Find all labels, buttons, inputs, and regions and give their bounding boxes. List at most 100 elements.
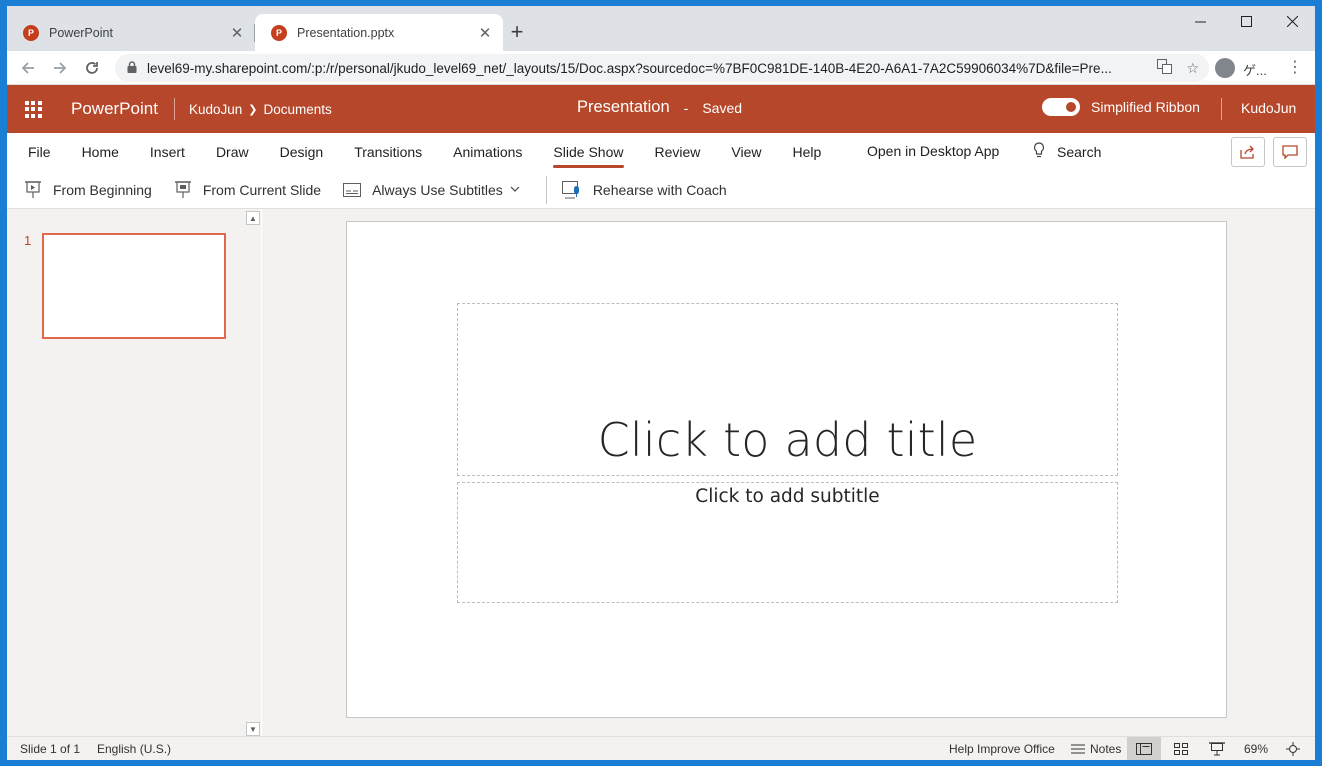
tab-file[interactable]: File: [7, 133, 66, 171]
reload-icon[interactable]: [80, 56, 104, 80]
fit-slide-icon: [1286, 742, 1300, 756]
browser-tab-strip: P PowerPoint ✕ P Presentation.pptx ✕ +: [7, 6, 1315, 51]
simplified-ribbon-toggle[interactable]: Simplified Ribbon: [1042, 98, 1200, 116]
notes-button[interactable]: Notes: [1071, 742, 1121, 756]
language-indicator[interactable]: English (U.S.): [97, 742, 171, 756]
close-icon: [1286, 15, 1298, 27]
app-launcher-icon[interactable]: [7, 85, 59, 133]
address-bar[interactable]: level69-my.sharepoint.com/:p:/r/personal…: [115, 54, 1209, 82]
slideshow-view-icon: [1209, 742, 1225, 756]
zoom-level[interactable]: 69%: [1244, 742, 1268, 756]
title-separator: -: [683, 99, 689, 116]
browser-tab-title: PowerPoint: [49, 25, 113, 40]
slide-thumbnail[interactable]: [42, 233, 226, 339]
share-icon: [1240, 145, 1254, 159]
normal-view-button[interactable]: [1127, 737, 1161, 760]
office-header: PowerPoint KudoJun ❯ Documents Presentat…: [7, 85, 1315, 133]
slide-number: 1: [24, 233, 32, 248]
ribbon-tabs: File Home Insert Draw Design Transitions…: [7, 133, 1315, 171]
notes-icon: [1071, 744, 1085, 753]
status-bar: Slide 1 of 1 English (U.S.) Help Improve…: [7, 736, 1315, 760]
comments-button[interactable]: [1273, 137, 1307, 167]
document-name: Presentation: [577, 98, 670, 116]
title-placeholder[interactable]: Click to add title: [457, 303, 1118, 476]
slide-thumbnails-pane: 1 ▲ ▼: [7, 209, 261, 736]
app-name[interactable]: PowerPoint: [59, 99, 170, 119]
slide-sorter-icon: [1174, 743, 1188, 755]
slideshow-current-icon: [174, 180, 191, 198]
profile-avatar-icon[interactable]: [1215, 58, 1235, 78]
slide-count: Slide 1 of 1: [20, 742, 81, 756]
slide-editor-canvas: Click to add title Click to add subtitle: [262, 209, 1315, 736]
always-use-subtitles-label: Always Use Subtitles: [372, 181, 503, 198]
breadcrumb: KudoJun ❯ Documents: [179, 102, 332, 117]
help-improve-office-link[interactable]: Help Improve Office: [949, 742, 1055, 756]
scroll-up-icon[interactable]: ▲: [246, 211, 260, 225]
scroll-down-icon[interactable]: ▼: [246, 722, 260, 736]
back-arrow-icon[interactable]: [16, 56, 40, 80]
title-placeholder-text: Click to add title: [597, 413, 978, 467]
always-use-subtitles-dropdown[interactable]: Always Use Subtitles: [332, 171, 542, 209]
tab-home[interactable]: Home: [66, 133, 134, 171]
fit-to-window-button[interactable]: [1283, 740, 1303, 758]
tab-transitions[interactable]: Transitions: [339, 133, 438, 171]
breadcrumb-owner[interactable]: KudoJun: [189, 102, 242, 117]
translate-icon[interactable]: [1157, 59, 1173, 77]
profile-name[interactable]: ゲ...: [1243, 60, 1267, 79]
slide[interactable]: Click to add title Click to add subtitle: [346, 221, 1227, 718]
minimize-button[interactable]: [1177, 6, 1223, 36]
comment-icon: [1282, 145, 1298, 159]
document-title[interactable]: Presentation - Saved: [577, 98, 742, 117]
lightbulb-icon: [1033, 142, 1045, 162]
rehearse-with-coach-button[interactable]: Rehearse with Coach: [551, 171, 738, 209]
share-button[interactable]: [1231, 137, 1265, 167]
tab-draw[interactable]: Draw: [200, 133, 264, 171]
tab-slide-show[interactable]: Slide Show: [538, 133, 639, 171]
header-divider: [1221, 98, 1222, 120]
save-status: Saved: [702, 99, 743, 116]
browser-window: P PowerPoint ✕ P Presentation.pptx ✕ + l…: [7, 6, 1315, 760]
rehearse-with-coach-label: Rehearse with Coach: [592, 181, 727, 198]
breadcrumb-folder[interactable]: Documents: [263, 102, 331, 117]
notes-label: Notes: [1090, 742, 1122, 756]
rehearse-coach-icon: [561, 180, 579, 198]
from-current-slide-label: From Current Slide: [202, 181, 322, 198]
minimize-icon: [1194, 21, 1206, 22]
open-in-desktop-app-button[interactable]: Open in Desktop App: [867, 143, 999, 159]
reading-view-button[interactable]: [1207, 740, 1227, 758]
header-divider: [173, 98, 175, 120]
chevron-down-icon: [510, 184, 531, 195]
tab-animations[interactable]: Animations: [438, 133, 538, 171]
tab-review[interactable]: Review: [639, 133, 716, 171]
thumbnails-scrollbar[interactable]: ▲ ▼: [245, 209, 261, 736]
browser-toolbar: level69-my.sharepoint.com/:p:/r/personal…: [7, 51, 1315, 85]
tab-insert[interactable]: Insert: [134, 133, 200, 171]
browser-menu-icon[interactable]: ⋮: [1287, 57, 1303, 77]
close-tab-icon[interactable]: ✕: [477, 24, 493, 42]
ribbon-command-bar: From Beginning From Current Slide Always…: [7, 171, 1315, 209]
browser-tab-powerpoint[interactable]: P PowerPoint ✕: [7, 14, 255, 51]
slide-sorter-view-button[interactable]: [1171, 740, 1191, 758]
tab-design[interactable]: Design: [264, 133, 339, 171]
from-beginning-button[interactable]: From Beginning: [7, 171, 163, 209]
toggle-switch-icon[interactable]: [1042, 98, 1080, 116]
forward-arrow-icon[interactable]: [48, 56, 72, 80]
user-name[interactable]: KudoJun: [1241, 100, 1296, 116]
from-beginning-label: From Beginning: [53, 181, 152, 198]
command-divider: [545, 175, 547, 204]
close-tab-icon[interactable]: ✕: [229, 24, 245, 42]
bookmark-star-icon[interactable]: ☆: [1186, 60, 1199, 77]
powerpoint-favicon-icon: P: [23, 24, 39, 41]
maximize-icon: [1240, 15, 1252, 27]
close-window-button[interactable]: [1269, 6, 1315, 36]
from-current-slide-button[interactable]: From Current Slide: [163, 171, 332, 209]
search-button[interactable]: Search: [1033, 142, 1101, 162]
browser-tab-presentation[interactable]: P Presentation.pptx ✕: [255, 14, 503, 51]
subtitle-placeholder[interactable]: Click to add subtitle: [457, 482, 1118, 603]
tab-help[interactable]: Help: [777, 133, 837, 171]
maximize-button[interactable]: [1223, 6, 1269, 36]
chevron-right-icon: ❯: [248, 103, 258, 116]
powerpoint-favicon-icon: P: [271, 24, 287, 41]
tab-view[interactable]: View: [716, 133, 777, 171]
new-tab-button[interactable]: +: [503, 18, 531, 46]
